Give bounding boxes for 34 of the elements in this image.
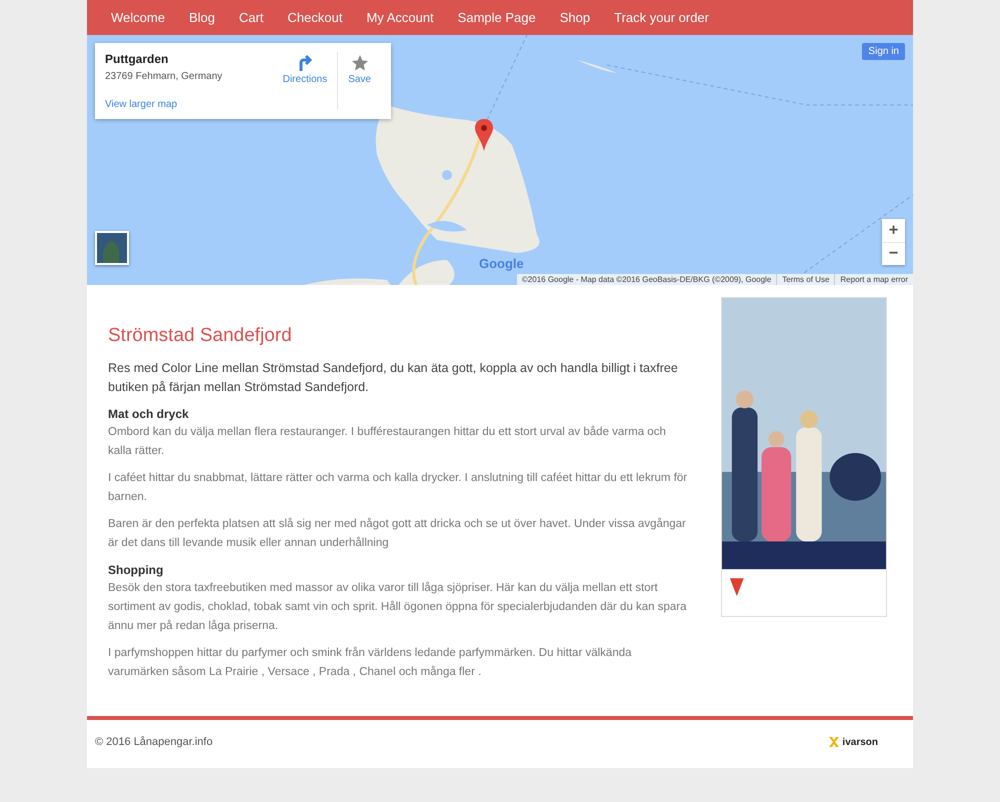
intro-paragraph: Res med Color Line mellan Strömstad Sandefjord, du kan äta gott, koppla av och handla billigt i taxfree butiken på färjan mellan Strömstad Sandefjord. bbox=[108, 360, 679, 396]
nav-link[interactable]: Track your order bbox=[602, 10, 721, 25]
zoom-out-button[interactable]: − bbox=[882, 242, 905, 265]
nav-link[interactable]: Sample Page bbox=[446, 10, 548, 25]
paragraph: I parfymshoppen hittar du parfymer och smink från världens ledande parfymmärken. Du hittar välkända varumärken såsom La Prairie , Versace , Prada , Chanel och många fler . bbox=[108, 646, 633, 680]
copyright-text: © 2016 Lånapengar.info bbox=[95, 736, 213, 748]
paragraph: Ombord kan du välja mellan flera restauranger. I bufférestaurangen hittar du ett stort urval av både varma och kalla rätter. bbox=[108, 424, 667, 459]
nav-link[interactable]: Welcome bbox=[99, 10, 177, 25]
nav-link[interactable]: Cart bbox=[226, 10, 276, 25]
save-link[interactable]: Save bbox=[337, 52, 381, 110]
place-address: 23769 Fehmarn, Germany bbox=[105, 71, 224, 82]
view-larger-map-link[interactable]: View larger map bbox=[105, 99, 273, 110]
place-name: Puttgarden bbox=[105, 52, 170, 66]
section-heading: Mat och dryck bbox=[108, 406, 190, 423]
map-pin-icon[interactable] bbox=[475, 119, 493, 151]
zoom-in-button[interactable]: + bbox=[882, 219, 905, 242]
paragraph: I caféet hittar du snabbmat, lättare rätter och varma och kalla drycker. I anslutning till caféet hittar du ett lekrum för barnen. bbox=[108, 471, 688, 505]
map-attribution: ©2016 Google - Map data ©2016 GeoBasis-DE/BKG (©2009), Google bbox=[520, 274, 772, 285]
article-title: Strömstad Sandefjord bbox=[108, 325, 293, 347]
map-link[interactable]: Terms of Use bbox=[776, 274, 834, 285]
nav-link[interactable]: Checkout bbox=[276, 10, 354, 25]
map-link[interactable]: Report a map error bbox=[834, 274, 913, 285]
directions-link[interactable]: Directions bbox=[272, 52, 338, 110]
nav-link[interactable]: My Account bbox=[354, 10, 446, 25]
map-logo: Google bbox=[479, 256, 524, 271]
brand-logo: ivarson bbox=[829, 736, 878, 748]
paragraph: Baren är den perfekta platsen att slå sig ner med något gott att dricka och se ut över havet. Under vissa avgångar är det dans till levande musik eller annan underhållning bbox=[108, 516, 687, 551]
nav-link[interactable]: Blog bbox=[176, 10, 227, 25]
satellite-view-button[interactable] bbox=[95, 231, 129, 265]
nav-link[interactable]: Shop bbox=[548, 10, 602, 25]
paragraph: Besök den stora taxfreebutiken med massor av olika varor till låga sjöpriser. Här kan du välja mellan ett stort sortiment av godis, choklad, tobak samt vin och sprit. Håll ögonen öppna för specialerbjudanden där du kan spara ännu mer på redan låga priserna. bbox=[108, 580, 688, 634]
section-heading: Shopping bbox=[108, 562, 164, 579]
sign-in-button[interactable]: Sign in bbox=[862, 43, 905, 60]
star-icon bbox=[350, 54, 369, 72]
